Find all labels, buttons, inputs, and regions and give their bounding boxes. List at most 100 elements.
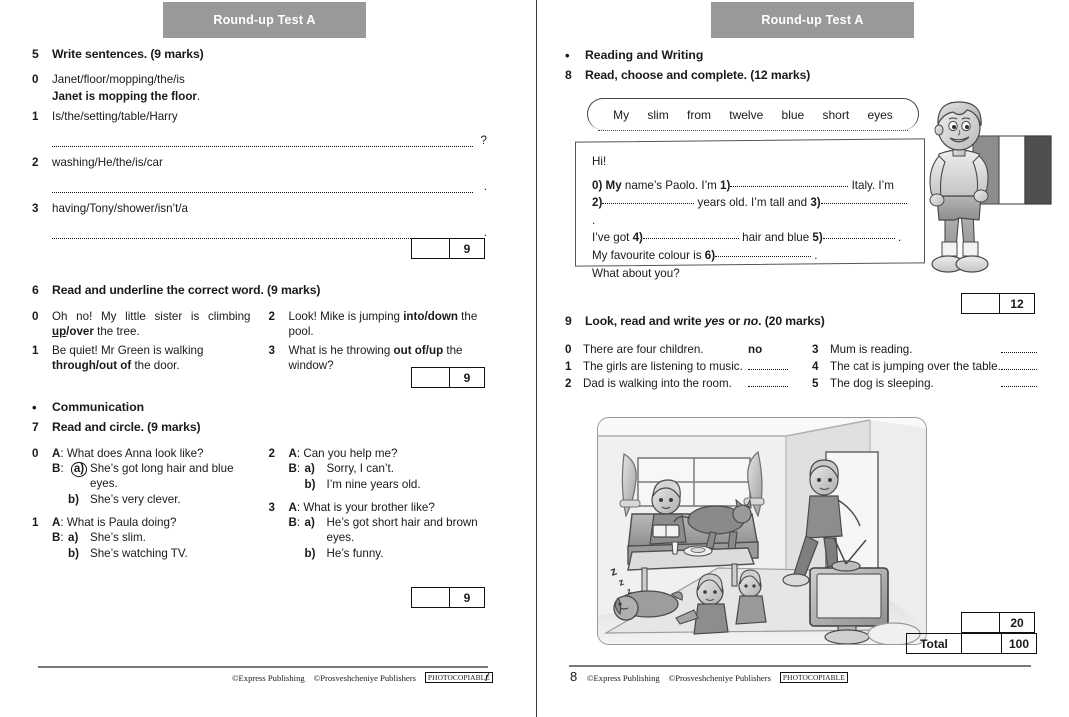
word-bank-item-3[interactable]: twelve xyxy=(727,108,765,122)
exercise-7-item-0: 0 A: What does Anna look like? xyxy=(32,447,204,460)
exercise-6-heading: 6 Read and underline the correct word. (… xyxy=(32,283,487,297)
letter-line-5: What about you? xyxy=(592,266,680,280)
answer-dotted-blank[interactable] xyxy=(748,361,788,371)
option-b-text[interactable]: He’s funny. xyxy=(327,546,488,561)
word-bank-item-5[interactable]: short xyxy=(820,108,851,122)
option-a[interactable]: through xyxy=(52,359,96,372)
total-label: Total xyxy=(907,634,962,653)
exercise-5-score-box[interactable]: 9 xyxy=(411,238,485,259)
gap-marker-0: 0) xyxy=(592,178,603,192)
option-a-text[interactable]: She’s got long hair and blue eyes. xyxy=(90,461,251,491)
right-page: Round-up Test A • Reading and Writing 8 … xyxy=(537,0,1069,717)
item-number: 3 xyxy=(268,344,275,358)
exercise-7-item-1-option-a[interactable]: B: a) She’s slim. xyxy=(32,530,251,545)
word-bank[interactable]: My slim from twelve blue short eyes xyxy=(587,98,919,131)
answer-dotted-blank[interactable] xyxy=(1001,344,1037,353)
option-b[interactable]: out of xyxy=(99,359,131,372)
word-bank-item-6[interactable]: eyes xyxy=(865,108,894,122)
option-b-text[interactable]: I’m nine years old. xyxy=(327,477,488,492)
exercise-5-answer-line-2[interactable]: . xyxy=(32,180,487,194)
item-answer-blank-5[interactable] xyxy=(1001,376,1045,391)
gap-blank-6[interactable] xyxy=(715,256,812,258)
total-input-blank[interactable] xyxy=(962,634,1002,653)
answer-dotted-line[interactable] xyxy=(52,229,473,240)
word-bank-item-1[interactable]: slim xyxy=(645,108,670,122)
exercise-5-answer-line-1[interactable]: ? xyxy=(32,134,487,148)
gap-blank-2[interactable] xyxy=(602,203,695,205)
answer-dotted-blank[interactable] xyxy=(1001,378,1037,388)
answer-dotted-line[interactable] xyxy=(52,183,473,194)
answer-dotted-line[interactable] xyxy=(52,137,473,148)
item-answer-blank-3[interactable] xyxy=(1001,342,1045,357)
item-answer-blank-2[interactable] xyxy=(748,376,798,391)
exercise-9-item-5: 5 The dog is sleeping. xyxy=(812,376,1045,391)
total-score-box[interactable]: Total 100 xyxy=(906,633,1037,654)
item-number: 0 xyxy=(565,343,572,356)
gap-answer-0: My xyxy=(605,178,622,192)
answer-dotted-blank[interactable] xyxy=(748,378,788,388)
bullet-icon: • xyxy=(565,48,570,63)
score-max: 9 xyxy=(463,370,471,385)
exercise-9-item-1: 1 The girls are listening to music. xyxy=(565,359,798,374)
answer-dotted-blank[interactable] xyxy=(1001,361,1037,371)
option-b-text[interactable]: She’s watching TV. xyxy=(90,546,251,561)
exercise-6-score-box[interactable]: 9 xyxy=(411,367,485,388)
option-b[interactable]: up xyxy=(429,344,443,357)
exercise-7-item-1: 1 A: What is Paula doing? xyxy=(32,516,177,530)
gap-blank-5[interactable] xyxy=(822,238,895,240)
option-b[interactable]: down xyxy=(428,310,458,323)
gap-blank-1[interactable] xyxy=(730,185,849,187)
word-bank-item-4[interactable]: blue xyxy=(780,108,807,122)
exercise-7-item-2-option-b[interactable]: b) I’m nine years old. xyxy=(269,477,488,492)
item-text-pre: Look! Mike is jumping xyxy=(288,310,404,323)
exercise-8-number: 8 xyxy=(565,68,572,82)
exercise-7-score-box[interactable]: 9 xyxy=(411,587,485,608)
exercise-7-item-1-option-b[interactable]: b) She’s watching TV. xyxy=(32,546,251,561)
item-text-pre: Be quiet! Mr Green is walking xyxy=(52,344,204,358)
exercise-7-item-0-option-a[interactable]: B: a) She’s got long hair and blue eyes. xyxy=(32,461,251,491)
word-bank-item-0[interactable]: My xyxy=(611,108,631,122)
left-page: Round-up Test A 5 Write sentences. (9 ma… xyxy=(0,0,536,717)
option-a[interactable]: into xyxy=(403,310,424,323)
exercise-5-item-3: 3 having/Tony/shower/isn’t/a xyxy=(32,201,487,216)
option-b[interactable]: over xyxy=(69,325,94,338)
item-answer-blank-1[interactable] xyxy=(748,359,798,374)
item-prompt: washing/He/the/is/car xyxy=(52,156,163,170)
exercise-9-score-box[interactable]: 20 xyxy=(961,612,1035,633)
exercise-9-item-2: 2 Dad is walking into the room. xyxy=(565,376,798,391)
exercise-8-score-box[interactable]: 12 xyxy=(961,293,1035,314)
option-a[interactable]: up xyxy=(52,325,66,338)
score-input-blank[interactable] xyxy=(412,588,450,607)
exercise-7-item-3-option-a[interactable]: B: a) He’s got short hair and brown eyes… xyxy=(269,515,488,545)
speaker-a-label: A xyxy=(52,447,61,460)
gap-blank-3[interactable] xyxy=(820,203,907,205)
circled-option-marker[interactable]: a) xyxy=(70,462,88,477)
speaker-b-label: B xyxy=(288,516,297,530)
option-a-text[interactable]: She’s slim. xyxy=(90,530,251,545)
item-statement: The dog is sleeping. xyxy=(830,377,934,391)
word-bank-item-2[interactable]: from xyxy=(685,108,713,122)
exercise-6-item-2[interactable]: 2 Look! Mike is jumping into/down the po… xyxy=(269,309,488,339)
letter-text-4b: . xyxy=(811,249,818,263)
gap-marker-3: 3) xyxy=(810,196,821,210)
boy-with-italian-flag-illustration xyxy=(915,92,1065,282)
option-a-text[interactable]: Sorry, I can’t. xyxy=(327,461,488,476)
item-number: 3 xyxy=(812,343,819,356)
score-input-blank[interactable] xyxy=(962,294,1000,313)
exercise-7-item-2-option-a[interactable]: B: a) Sorry, I can’t. xyxy=(269,461,488,476)
gap-blank-4[interactable] xyxy=(642,238,739,240)
exercise-7-item-3-option-b[interactable]: b) He’s funny. xyxy=(269,546,488,561)
exercise-7-item-0-option-b[interactable]: b) She’s very clever. xyxy=(32,492,251,507)
exercise-7-column-left: 0 A: What does Anna look like? B: a) She… xyxy=(32,446,251,561)
exercise-6-item-0[interactable]: 0 Oh no! My little sister is climbing up… xyxy=(32,309,251,339)
score-input-blank[interactable] xyxy=(412,239,450,258)
item-answer-blank-4[interactable] xyxy=(1001,359,1045,374)
exercise-6-item-1[interactable]: 1 Be quiet! Mr Green is walking through/… xyxy=(32,343,251,373)
exercise-7-item-3: 3 A: What is your brother like? xyxy=(268,501,435,515)
option-b-text[interactable]: She’s very clever. xyxy=(90,492,251,507)
score-input-blank[interactable] xyxy=(412,368,450,387)
score-input-blank[interactable] xyxy=(962,613,1000,632)
option-a-text[interactable]: He’s got short hair and brown eyes. xyxy=(327,515,488,545)
letter-greeting: Hi! xyxy=(592,154,607,168)
option-a[interactable]: out of xyxy=(394,344,426,357)
